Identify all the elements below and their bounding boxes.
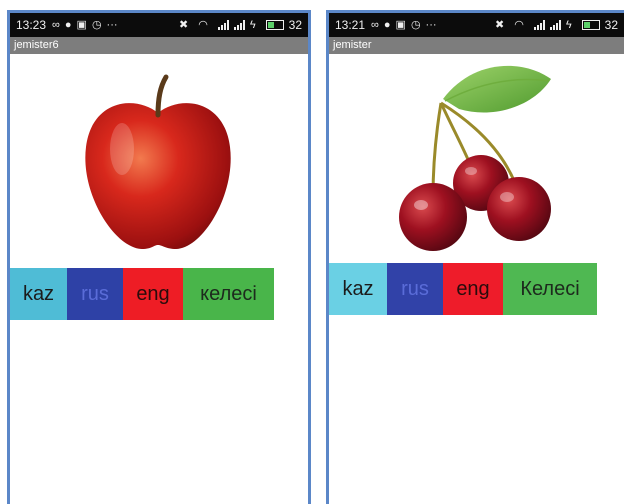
image-icon: ▣	[395, 18, 406, 31]
status-bar: 13:21 ∞ ● ▣ ◷ ··· ✖ ◠ ϟ 32	[329, 13, 624, 37]
app-title: jemister	[329, 37, 624, 54]
charging-icon: ϟ	[249, 18, 256, 31]
rus-button[interactable]: rus	[387, 263, 443, 315]
kaz-button[interactable]: kaz	[10, 268, 67, 320]
signal-icon	[233, 20, 245, 30]
infinity-icon: ∞	[52, 18, 60, 31]
cherries-icon	[399, 65, 551, 251]
phone-screen-apple: 13:23 ∞ ● ▣ ◷ ··· ✖ ◠ ϟ 32 jemister6 kaz…	[7, 10, 311, 504]
signal-icon	[533, 20, 545, 30]
phone-screen-cherries: 13:21 ∞ ● ▣ ◷ ··· ✖ ◠ ϟ 32 jemister kaz …	[326, 10, 624, 504]
battery-icon	[581, 20, 600, 30]
battery-level: 32	[288, 18, 302, 32]
charging-icon: ϟ	[565, 18, 572, 31]
mute-icon: ✖	[178, 18, 189, 31]
battery-level: 32	[604, 18, 618, 32]
more-icon: ···	[106, 18, 118, 31]
signal-icon	[549, 20, 561, 30]
kaz-button[interactable]: kaz	[329, 263, 387, 315]
wifi-icon: ◠	[514, 18, 524, 31]
more-icon: ···	[425, 18, 437, 31]
next-button[interactable]: келесі	[183, 268, 274, 320]
eng-button[interactable]: eng	[443, 263, 503, 315]
clock-icon: ◷	[410, 18, 421, 31]
image-icon: ▣	[76, 18, 87, 31]
status-time: 13:21	[335, 18, 366, 32]
signal-icon	[217, 20, 229, 30]
infinity-icon: ∞	[371, 18, 379, 31]
chat-bubble-icon: ●	[64, 18, 72, 31]
next-button[interactable]: Келесі	[503, 263, 597, 315]
clock-icon: ◷	[91, 18, 102, 31]
battery-icon	[265, 20, 284, 30]
language-buttons: kaz rus eng Келесі	[329, 263, 597, 315]
rus-button[interactable]: rus	[67, 268, 123, 320]
eng-button[interactable]: eng	[123, 268, 183, 320]
status-time: 13:23	[16, 18, 47, 32]
status-bar: 13:23 ∞ ● ▣ ◷ ··· ✖ ◠ ϟ 32	[10, 13, 308, 37]
mute-icon: ✖	[494, 18, 505, 31]
chat-bubble-icon: ●	[383, 18, 391, 31]
wifi-icon: ◠	[198, 18, 208, 31]
apple-icon	[85, 74, 231, 249]
language-buttons: kaz rus eng келесі	[10, 268, 274, 320]
app-title: jemister6	[10, 37, 308, 54]
